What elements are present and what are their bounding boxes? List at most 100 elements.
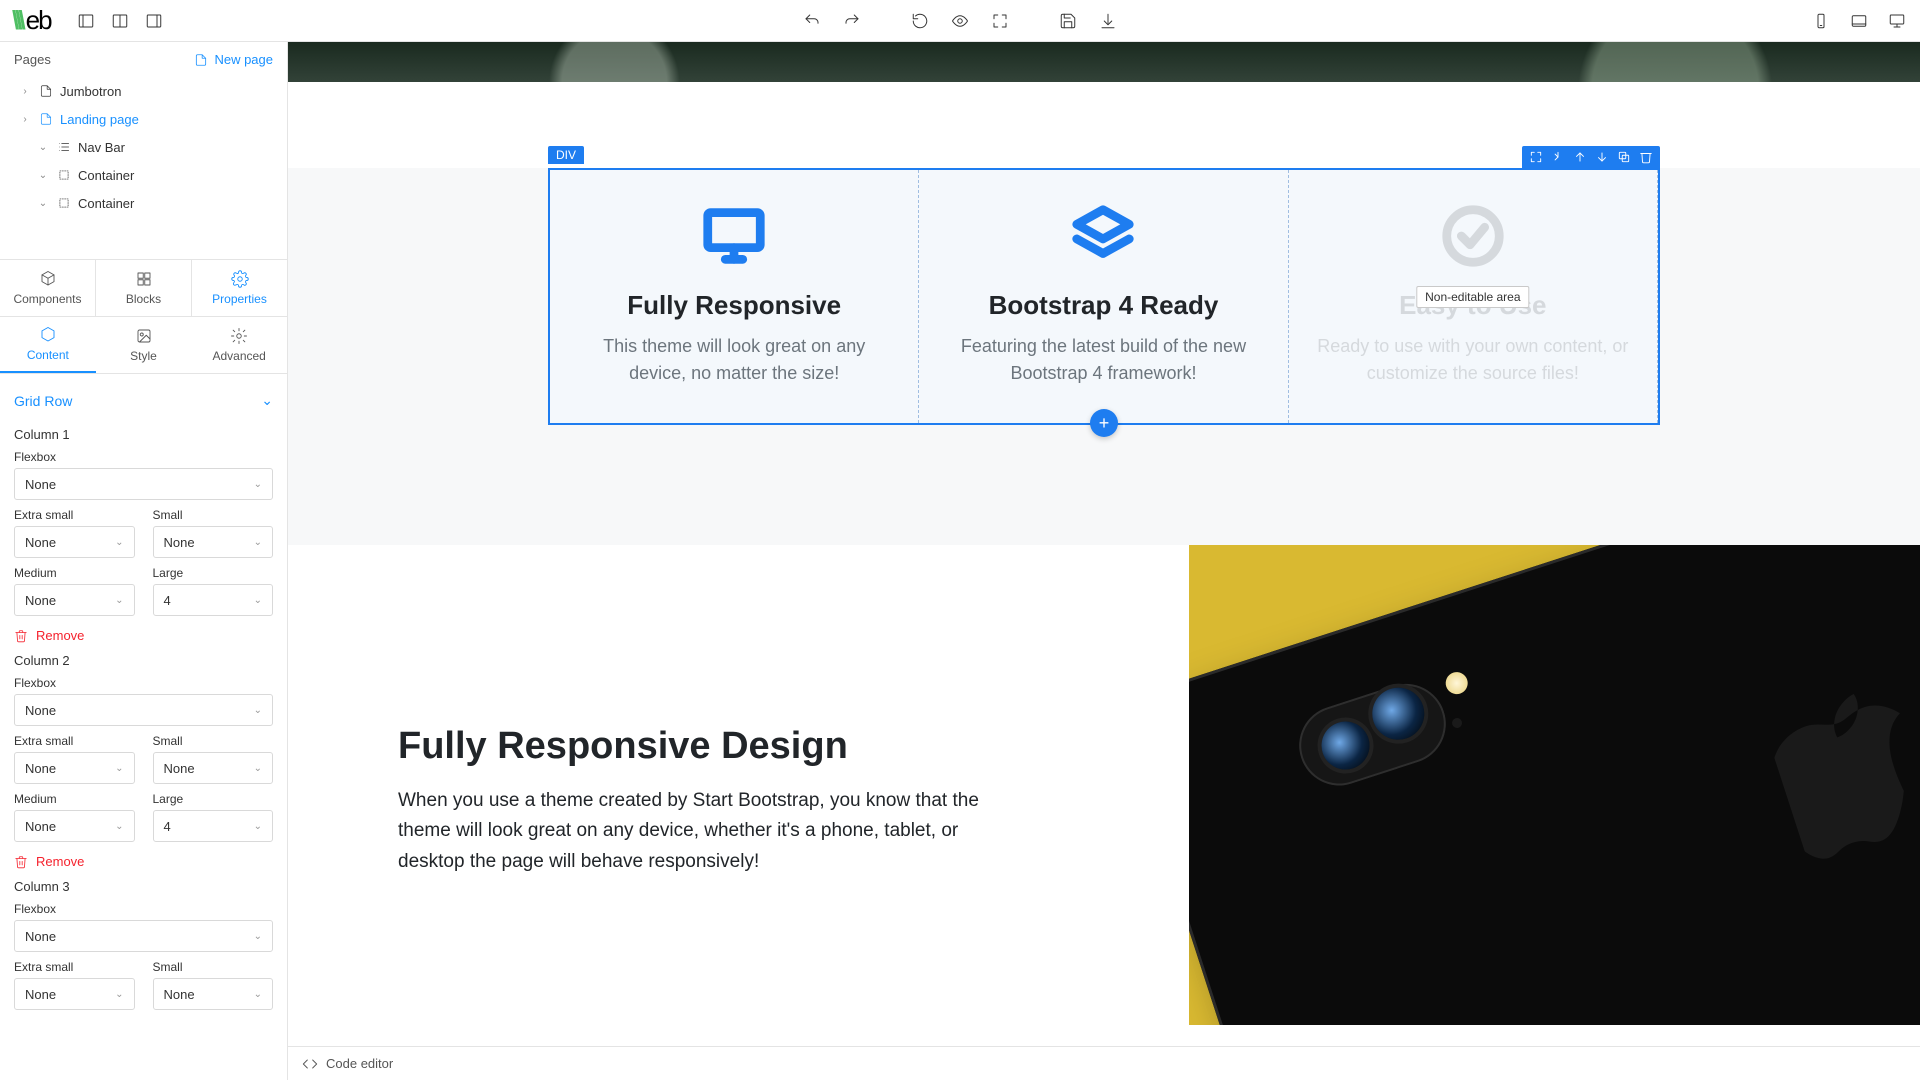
field-label: Medium (14, 566, 135, 580)
page-tree: › Jumbotron › Landing page ⌄ Nav Bar ⌄ C… (0, 77, 287, 259)
md-select[interactable]: None⌄ (14, 584, 135, 616)
chevron-down-icon: ⌄ (115, 763, 123, 774)
download-button[interactable] (1097, 10, 1119, 32)
field-label: Large (153, 792, 274, 806)
redo-button[interactable] (841, 10, 863, 32)
caret-right-icon[interactable]: › (18, 86, 32, 97)
feature-cell-responsive[interactable]: Fully Responsive This theme will look gr… (550, 170, 919, 423)
preview-button[interactable] (949, 10, 971, 32)
caret-down-icon[interactable]: ⌄ (36, 170, 50, 181)
chevron-down-icon: ⌄ (115, 821, 123, 832)
new-page-button[interactable]: New page (194, 52, 273, 67)
code-editor-toggle[interactable]: Code editor (288, 1046, 1920, 1080)
device-desktop-button[interactable] (1886, 10, 1908, 32)
caret-down-icon[interactable]: ⌄ (36, 142, 50, 153)
section-copy[interactable]: Fully Responsive Design When you use a t… (288, 545, 1189, 1025)
toggle-left-panel-button[interactable] (75, 10, 97, 32)
move-down-button[interactable] (1592, 147, 1612, 167)
field-label: Small (153, 508, 274, 522)
device-mobile-button[interactable] (1810, 10, 1832, 32)
remove-label: Remove (36, 628, 84, 643)
page-icon (38, 83, 54, 99)
section-image[interactable] (1189, 545, 1920, 1025)
tab-advanced[interactable]: Advanced (191, 317, 287, 373)
tab-content[interactable]: Content (0, 317, 96, 373)
properties-panel: Grid Row ⌄ Column 1 Flexbox None⌄ Extra … (0, 374, 287, 1080)
column-title: Column 1 (14, 427, 273, 442)
fullscreen-button[interactable] (989, 10, 1011, 32)
md-select[interactable]: None⌄ (14, 810, 135, 842)
box-icon (56, 167, 72, 183)
tab-label: Components (13, 292, 81, 306)
remove-label: Remove (36, 854, 84, 869)
tree-item-container[interactable]: ⌄ Container (8, 161, 279, 189)
toggle-right-panel-button[interactable] (143, 10, 165, 32)
save-button[interactable] (1057, 10, 1079, 32)
delete-button[interactable] (1636, 147, 1656, 167)
select-value: None (25, 929, 56, 944)
remove-column-button[interactable]: Remove (14, 854, 273, 869)
select-value: None (164, 761, 195, 776)
section-grid-row[interactable]: Grid Row ⌄ (14, 384, 273, 417)
tree-item-navbar[interactable]: ⌄ Nav Bar (8, 133, 279, 161)
feature-cell-bootstrap[interactable]: Bootstrap 4 Ready Featuring the latest b… (919, 170, 1288, 423)
feature-title: Fully Responsive (576, 290, 892, 321)
xs-select[interactable]: None⌄ (14, 978, 135, 1010)
canvas-section-responsive: Fully Responsive Design When you use a t… (288, 545, 1920, 1025)
refresh-button[interactable] (909, 10, 931, 32)
expand-tool-button[interactable] (1526, 147, 1546, 167)
sm-select[interactable]: None⌄ (153, 978, 274, 1010)
copy-button[interactable] (1614, 147, 1634, 167)
tree-item-label: Container (78, 168, 134, 183)
primary-tabs: Components Blocks Properties (0, 259, 287, 317)
add-element-button[interactable]: + (1090, 409, 1118, 437)
column-title: Column 3 (14, 879, 273, 894)
toggle-center-panel-button[interactable] (109, 10, 131, 32)
flexbox-select[interactable]: None⌄ (14, 468, 273, 500)
xs-select[interactable]: None⌄ (14, 526, 135, 558)
tab-properties[interactable]: Properties (192, 260, 287, 316)
device-tablet-button[interactable] (1848, 10, 1870, 32)
chevron-down-icon: ⌄ (254, 989, 262, 1000)
select-value: None (25, 761, 56, 776)
select-value: None (25, 703, 56, 718)
apple-logo-icon (1760, 668, 1920, 876)
canvas-grid-row[interactable]: Fully Responsive This theme will look gr… (548, 168, 1660, 425)
pages-header: Pages (14, 52, 51, 67)
undo-button[interactable] (801, 10, 823, 32)
chevron-down-icon: ⌄ (254, 595, 262, 606)
lg-select[interactable]: 4⌄ (153, 584, 274, 616)
selection-toolbar (1522, 146, 1660, 168)
tree-item-label: Landing page (60, 112, 139, 127)
flexbox-select[interactable]: None ⌄ (14, 920, 273, 952)
tab-components[interactable]: Components (0, 260, 96, 316)
xs-select[interactable]: None ⌄ (14, 752, 135, 784)
list-icon (56, 139, 72, 155)
field-label: Large (153, 566, 274, 580)
caret-down-icon[interactable]: ⌄ (36, 198, 50, 209)
selection-tag[interactable]: DIV (548, 146, 584, 164)
tab-style[interactable]: Style (96, 317, 192, 373)
tab-label: Blocks (126, 292, 161, 306)
lg-select[interactable]: 4⌄ (153, 810, 274, 842)
monitor-icon (576, 200, 892, 272)
select-parent-button[interactable] (1548, 147, 1568, 167)
new-page-label: New page (214, 52, 273, 67)
flexbox-select[interactable]: None⌄ (14, 694, 273, 726)
tab-blocks[interactable]: Blocks (96, 260, 192, 316)
selected-element-wrapper: DIV Fully Responsive This theme will loo… (548, 168, 1660, 425)
move-up-button[interactable] (1570, 147, 1590, 167)
chevron-down-icon: ⌄ (254, 537, 262, 548)
tree-item-container[interactable]: ⌄ Container (8, 189, 279, 217)
logo-slashes-icon: \\\ (12, 5, 22, 36)
section-body: When you use a theme created by Start Bo… (398, 786, 998, 877)
tree-item-label: Container (78, 196, 134, 211)
sm-select[interactable]: None⌄ (153, 752, 274, 784)
sm-select[interactable]: None⌄ (153, 526, 274, 558)
tree-item-jumbotron[interactable]: › Jumbotron (8, 77, 279, 105)
chevron-down-icon: ⌄ (254, 931, 262, 942)
tree-item-landing-page[interactable]: › Landing page (8, 105, 279, 133)
field-label: Extra small (14, 734, 135, 748)
caret-right-icon[interactable]: › (18, 114, 32, 125)
remove-column-button[interactable]: Remove (14, 628, 273, 643)
